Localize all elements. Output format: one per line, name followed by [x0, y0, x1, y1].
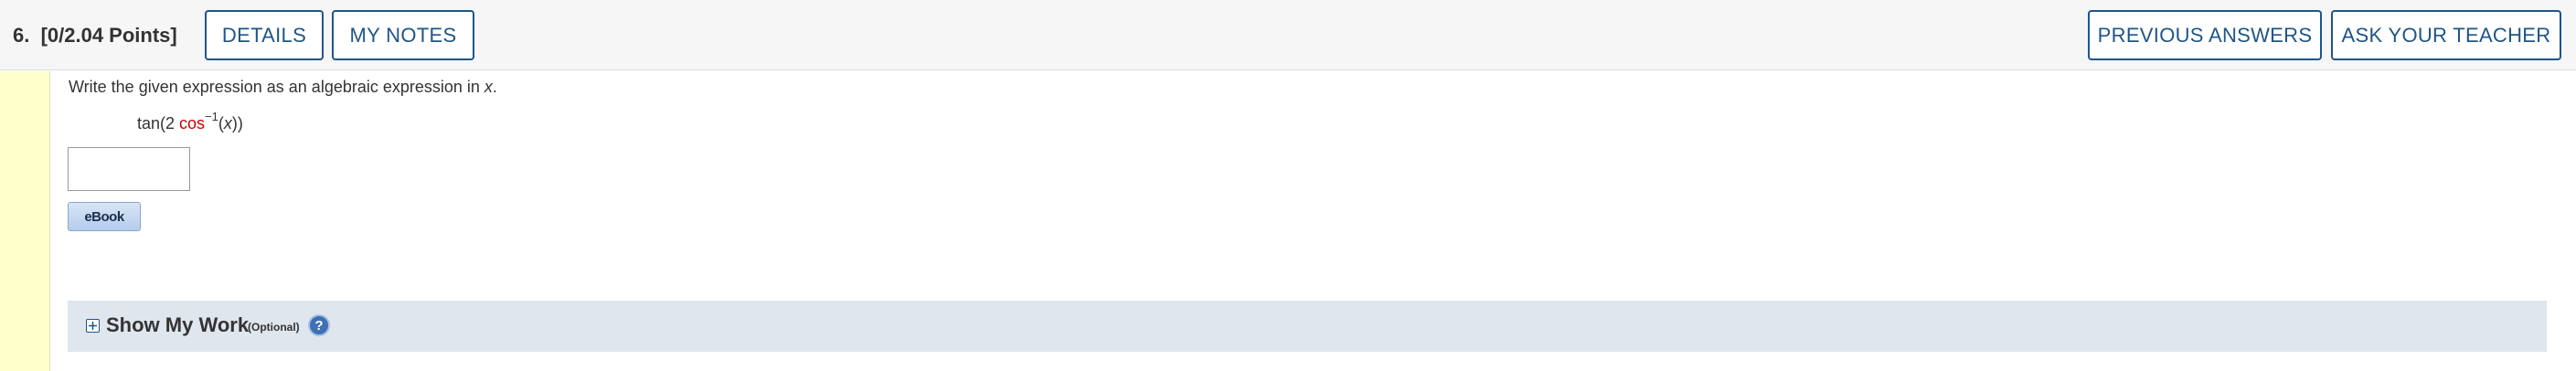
question-header: 6. [0/2.04 Points] DETAILS MY NOTES PREV… — [0, 0, 2576, 70]
question-circle-icon[interactable]: ? — [308, 314, 330, 336]
prompt-end: . — [492, 78, 497, 96]
ebook-button[interactable]: eBook — [68, 202, 141, 231]
previous-answers-button[interactable]: PREVIOUS ANSWERS — [2088, 10, 2322, 60]
question-title: 6. [0/2.04 Points] — [13, 23, 177, 47]
details-button[interactable]: DETAILS — [205, 10, 324, 60]
question-status-strip — [0, 71, 50, 371]
expr-variable: x — [223, 114, 232, 132]
math-expression: tan(2 cos−1(x)) — [137, 110, 243, 133]
show-my-work-toggle[interactable]: Show My Work — [106, 313, 249, 337]
prompt-variable: x — [484, 78, 493, 96]
expr-close-paren: )) — [231, 114, 243, 132]
prompt-text: Write the given expression as an algebra… — [69, 78, 484, 96]
ask-your-teacher-button[interactable]: ASK YOUR TEACHER — [2331, 10, 2561, 60]
question-prompt: Write the given expression as an algebra… — [69, 78, 497, 97]
my-notes-button[interactable]: MY NOTES — [332, 10, 474, 60]
expr-function: cos — [179, 114, 206, 132]
answer-input[interactable] — [68, 147, 190, 191]
expr-exponent: −1 — [205, 110, 218, 123]
show-my-work-panel: Show My Work (Optional) ? — [68, 301, 2547, 352]
expr-prefix: tan(2 — [137, 114, 180, 132]
optional-label: (Optional) — [248, 321, 300, 334]
plus-square-icon[interactable] — [86, 319, 100, 333]
question-page: 6. [0/2.04 Points] DETAILS MY NOTES PREV… — [0, 0, 2576, 371]
